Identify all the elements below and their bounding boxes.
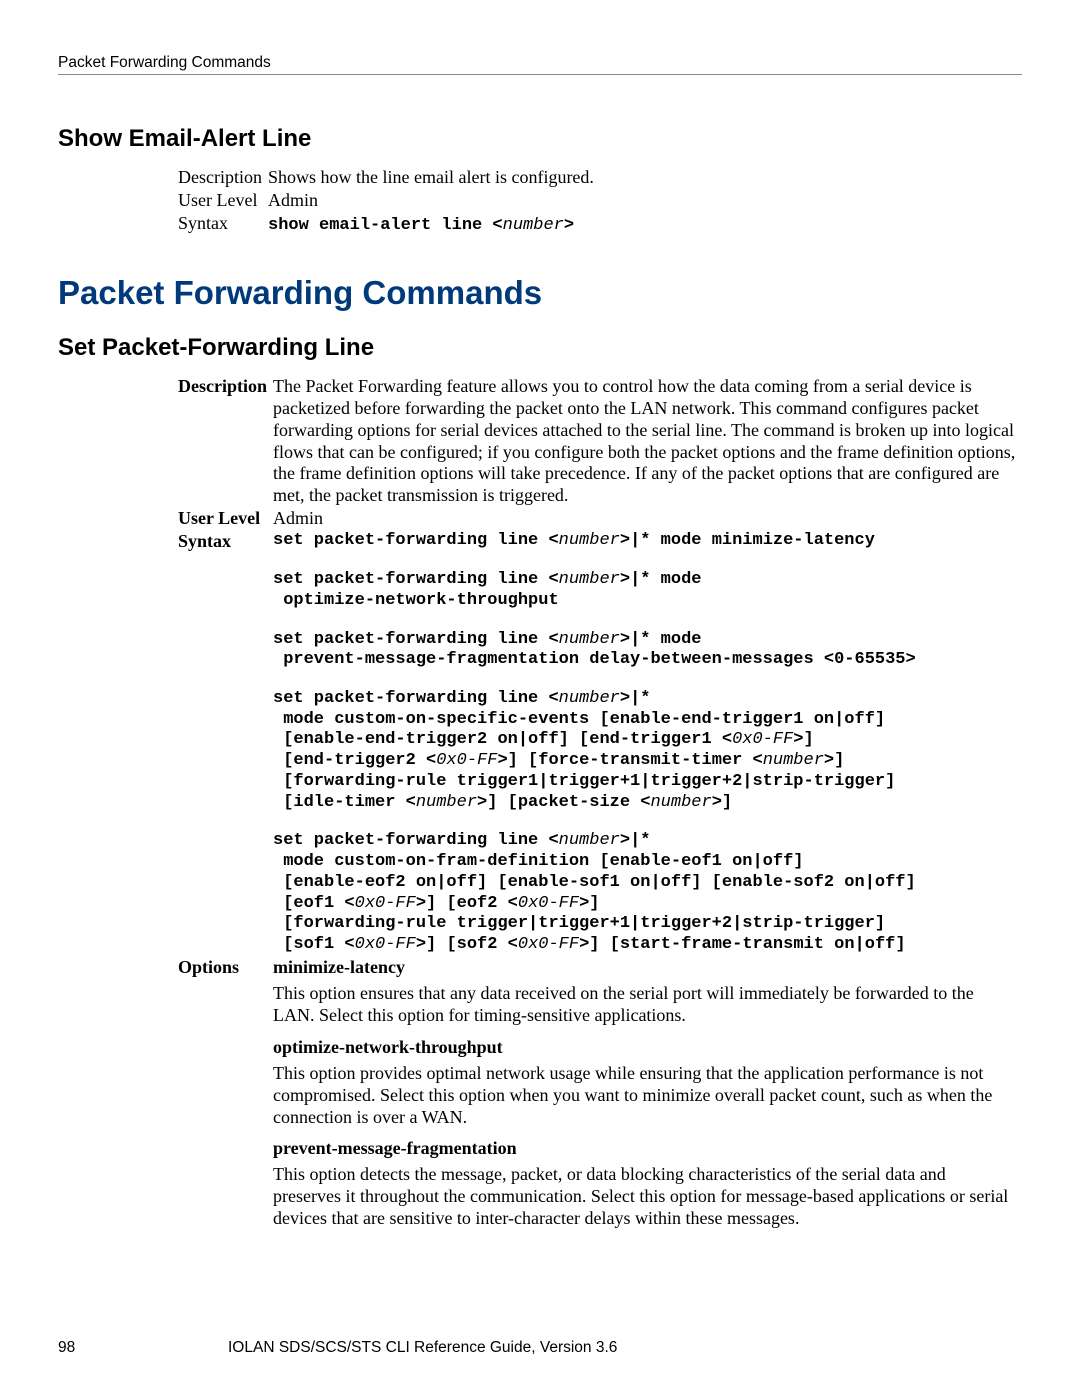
syntax-param: number xyxy=(503,216,564,235)
label-description: Description xyxy=(178,167,268,190)
running-header: Packet Forwarding Commands xyxy=(58,54,1022,72)
label-syntax: Syntax xyxy=(178,531,273,956)
value-syntax: show email-alert line <number> xyxy=(268,213,1022,238)
syntax-block-5: set packet-forwarding line <number>|* mo… xyxy=(273,831,1016,955)
option-desc: This option provides optimal network usa… xyxy=(273,1063,1016,1129)
syntax-text-pre: show email-alert line < xyxy=(268,216,503,235)
syntax-block-2: set packet-forwarding line <number>|* mo… xyxy=(273,570,1016,611)
option-desc: This option ensures that any data receiv… xyxy=(273,983,1016,1027)
label-userlevel: User Level xyxy=(178,190,268,213)
syntax-text-post: > xyxy=(564,216,574,235)
page: Packet Forwarding Commands Show Email-Al… xyxy=(0,0,1080,1397)
label-options: Options xyxy=(178,957,273,1235)
options-cell: minimize-latency This option ensures tha… xyxy=(273,957,1022,1235)
section-heading-pf: Set Packet-Forwarding Line xyxy=(58,334,1022,362)
label-description: Description xyxy=(178,376,273,509)
value-userlevel: Admin xyxy=(268,190,1022,213)
syntax-block-4: set packet-forwarding line <number>|* mo… xyxy=(273,689,1016,813)
pf-field-table: Description The Packet Forwarding featur… xyxy=(178,376,1022,1236)
value-description: The Packet Forwarding feature allows you… xyxy=(273,376,1022,509)
value-userlevel: Admin xyxy=(273,508,1022,531)
label-syntax: Syntax xyxy=(178,213,268,238)
label-userlevel: User Level xyxy=(178,508,273,531)
footer-title: IOLAN SDS/SCS/STS CLI Reference Guide, V… xyxy=(228,1339,1022,1357)
option-name: minimize-latency xyxy=(273,957,1016,979)
section-heading-email: Show Email-Alert Line xyxy=(58,125,1022,153)
email-field-table: Description Shows how the line email ale… xyxy=(178,167,1022,238)
header-rule xyxy=(58,74,1022,75)
page-footer: 98 IOLAN SDS/SCS/STS CLI Reference Guide… xyxy=(58,1339,1022,1357)
page-number: 98 xyxy=(58,1339,228,1357)
chapter-title: Packet Forwarding Commands xyxy=(58,274,1022,312)
option-desc: This option detects the message, packet,… xyxy=(273,1164,1016,1230)
syntax-cell: set packet-forwarding line <number>|* mo… xyxy=(273,531,1022,956)
syntax-block-3: set packet-forwarding line <number>|* mo… xyxy=(273,630,1016,671)
syntax-block-1: set packet-forwarding line <number>|* mo… xyxy=(273,531,1016,552)
option-name: prevent-message-fragmentation xyxy=(273,1138,1016,1160)
option-name: optimize-network-throughput xyxy=(273,1037,1016,1059)
value-description: Shows how the line email alert is config… xyxy=(268,167,1022,190)
